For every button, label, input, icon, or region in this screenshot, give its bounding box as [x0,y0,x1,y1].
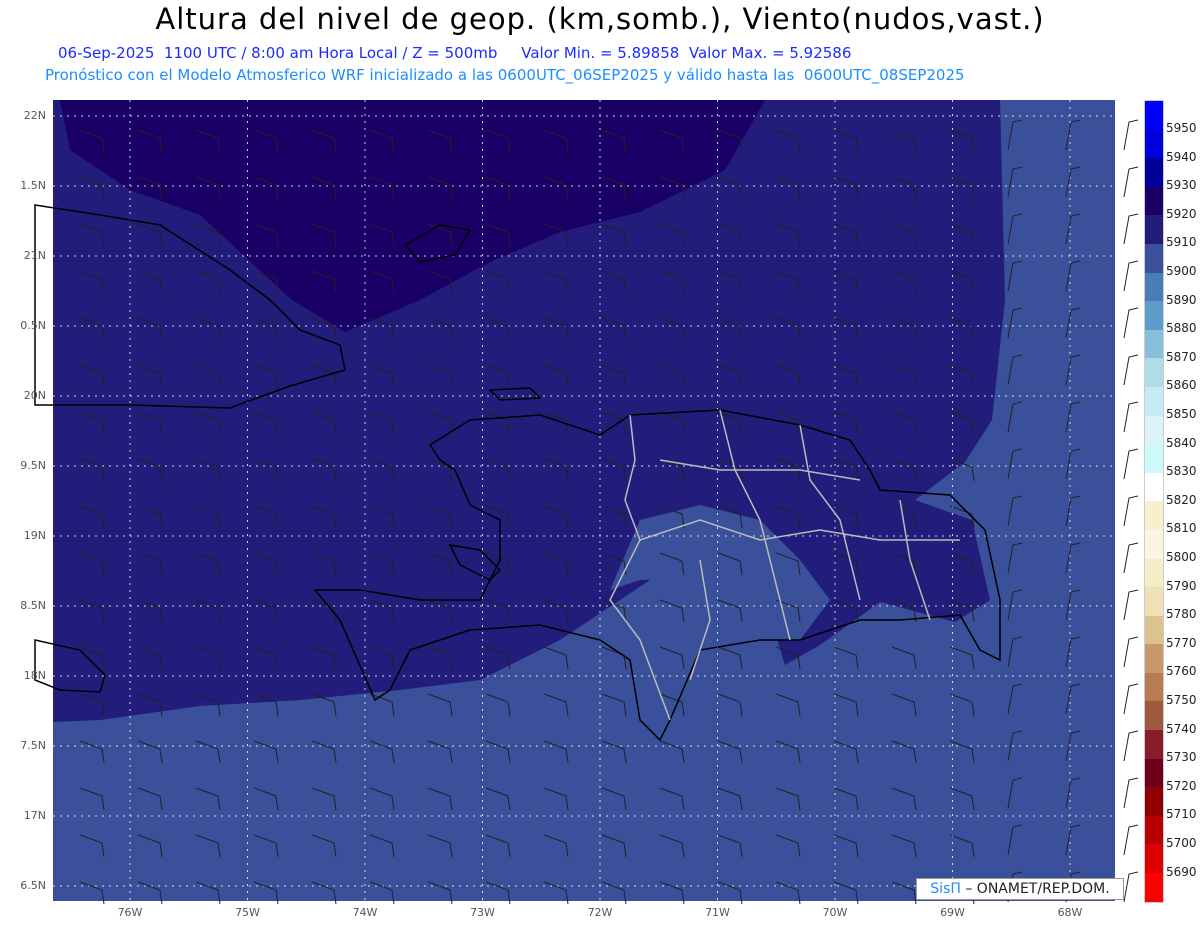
colorbar-swatch [1145,730,1163,759]
colorbar [1144,100,1164,903]
wind-barb [1123,495,1139,527]
wind-barb [1123,824,1139,856]
wind-barb [1123,213,1139,245]
colorbar-label: 5710 [1166,807,1197,822]
wind-barb [1123,636,1139,668]
lon-label: 70W [822,906,848,919]
colorbar-label: 5860 [1166,378,1197,393]
wind-barb [1123,448,1139,480]
colorbar-label: 5900 [1166,264,1197,278]
colorbar-swatch [1145,329,1163,359]
lat-label: 20N [23,389,46,402]
credit-text: – ONAMET/REP.DOM. [960,881,1110,897]
colorbar-swatch [1145,815,1163,845]
lat-label: 9.5N [20,459,46,472]
colorbar-swatch [1145,472,1163,502]
wind-barb [1123,354,1139,386]
map-canvas [34,100,1139,905]
lat-label: 8.5N [20,599,46,612]
colorbar-swatch [1145,587,1163,616]
colorbar-swatch [1145,301,1163,330]
lat-label: 0.5N [20,319,46,332]
wind-barb [1123,871,1139,903]
wind-barb [1123,589,1139,621]
colorbar-label: 5920 [1166,206,1197,221]
lon-label: 72W [587,906,613,919]
colorbar-label: 5770 [1166,635,1197,650]
colorbar-label: 5780 [1166,607,1197,622]
colorbar-swatch [1145,787,1163,816]
wind-barb [1123,401,1139,433]
colorbar-swatch [1145,873,1163,902]
wind-barb [1123,166,1139,198]
lon-label: 73W [470,906,495,919]
colorbar-label: 5760 [1166,664,1197,679]
lon-label: 69W [940,906,965,919]
lat-label: 18N [23,669,46,682]
colorbar-swatch [1145,158,1163,187]
sispi-logo: SisΠ [930,881,961,897]
colorbar-label: 5690 [1166,864,1197,879]
colorbar-label: 5700 [1166,836,1197,850]
wind-barb [1123,683,1139,715]
colorbar-label: 5850 [1166,407,1197,421]
colorbar-label: 5890 [1166,292,1197,307]
lon-label: 74W [352,906,378,919]
colorbar-label: 5870 [1166,349,1197,364]
wind-barb [1123,542,1139,574]
colorbar-label: 5720 [1166,778,1197,793]
colorbar-label: 5940 [1166,149,1197,164]
colorbar-swatch [1145,129,1163,159]
colorbar-label: 5910 [1166,235,1197,250]
colorbar-label: 5800 [1166,550,1197,564]
colorbar-swatch [1145,358,1163,387]
wind-barb [1123,119,1139,151]
colorbar-label: 5730 [1166,750,1197,765]
credit-box: SisΠ – ONAMET/REP.DOM. [916,878,1124,900]
colorbar-swatch [1145,615,1163,645]
wind-barb [1123,260,1139,292]
lat-label: 21N [23,249,46,262]
lat-label: 22N [23,109,46,122]
wind-barb [1123,777,1139,809]
colorbar-swatch [1145,644,1163,673]
colorbar-swatch [1145,558,1163,588]
colorbar-swatch [1145,386,1163,416]
colorbar-swatch [1145,844,1163,874]
colorbar-label: 5750 [1166,693,1197,707]
colorbar-swatch [1145,101,1163,130]
colorbar-label: 5840 [1166,435,1197,450]
colorbar-label: 5790 [1166,578,1197,593]
wind-barb [1123,730,1139,762]
colorbar-label: 5820 [1166,492,1197,507]
colorbar-swatch [1145,186,1163,216]
colorbar-swatch [1145,672,1163,702]
colorbar-swatch [1145,701,1163,731]
colorbar-swatch [1145,415,1163,445]
colorbar-label: 5880 [1166,321,1197,336]
lon-label: 75W [235,906,260,919]
lon-label: 71W [705,906,730,919]
colorbar-label: 5930 [1166,178,1197,193]
colorbar-swatch [1145,243,1163,273]
wind-barb [1123,307,1139,339]
lat-label: 7.5N [20,739,46,752]
colorbar-swatch [1145,444,1163,473]
lat-label: 17N [23,809,46,822]
colorbar-swatch [1145,272,1163,302]
lat-label: 19N [23,529,46,542]
colorbar-swatch [1145,758,1163,788]
lat-label: 6.5N [20,879,46,892]
colorbar-swatch [1145,529,1163,559]
lon-label: 76W [117,906,143,919]
colorbar-swatch [1145,501,1163,530]
colorbar-swatch [1145,215,1163,244]
colorbar-label: 5950 [1166,121,1197,135]
lat-label: 1.5N [20,179,46,192]
colorbar-label: 5740 [1166,721,1197,736]
colorbar-label: 5810 [1166,521,1197,536]
lon-label: 68W [1057,906,1083,919]
colorbar-label: 5830 [1166,464,1197,479]
